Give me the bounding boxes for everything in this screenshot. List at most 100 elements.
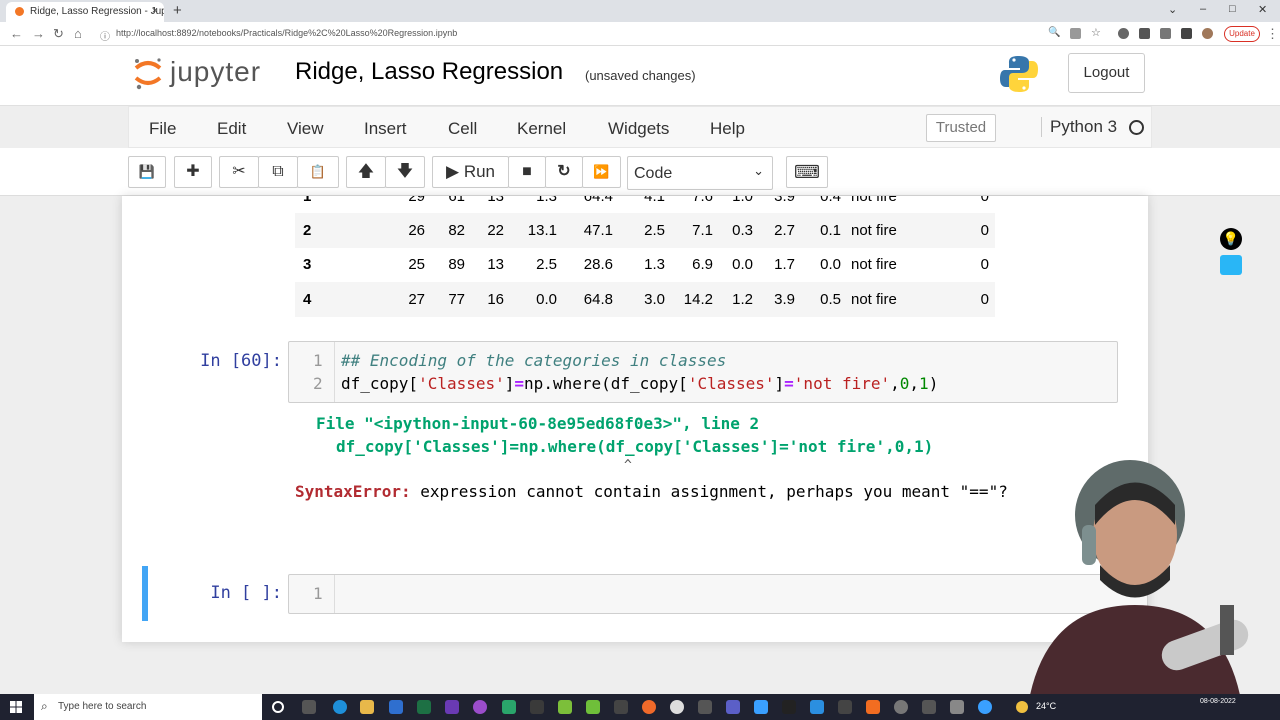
menu-cell[interactable]: Cell: [448, 119, 477, 139]
store-icon[interactable]: [389, 700, 403, 714]
logout-button[interactable]: Logout: [1068, 53, 1145, 93]
zoom-icon[interactable]: 🔍: [1048, 27, 1060, 38]
app-icon[interactable]: [558, 700, 572, 714]
minimize-button[interactable]: –: [1200, 3, 1206, 15]
menu-kernel[interactable]: Kernel: [517, 119, 566, 139]
terminal-icon[interactable]: [782, 700, 796, 714]
cell-value: 28.6: [583, 256, 613, 273]
jupyter-logo-icon[interactable]: [133, 56, 163, 90]
file-explorer-icon[interactable]: [360, 700, 374, 714]
app-icon[interactable]: [838, 700, 852, 714]
code-cell-input[interactable]: 1 2 ## Encoding of the categories in cla…: [288, 341, 1118, 403]
close-window-button[interactable]: ✕: [1258, 3, 1267, 16]
app-icon[interactable]: [530, 700, 544, 714]
excel-icon[interactable]: [417, 700, 431, 714]
app-icon[interactable]: [754, 700, 768, 714]
kernel-status-icon: [1129, 120, 1144, 135]
app-icon[interactable]: [922, 700, 936, 714]
run-button[interactable]: ▶ Run: [432, 156, 509, 188]
menu-widgets[interactable]: Widgets: [608, 119, 669, 139]
command-palette-button[interactable]: ⌨: [786, 156, 828, 188]
app-icon[interactable]: [866, 700, 880, 714]
menu-edit[interactable]: Edit: [217, 119, 246, 139]
error-name: SyntaxError:: [295, 482, 411, 501]
move-up-button[interactable]: 🡅: [346, 156, 386, 188]
kernel-name[interactable]: Python 3: [1041, 117, 1117, 137]
reload-icon[interactable]: ↻: [53, 26, 64, 42]
notebook-toolbar: 💾 ✚ ✂ ⧉ 📋 🡅 🡇 ▶ Run ■ ↻ ⏩ Code ⌄ ⌨: [0, 148, 1280, 196]
app-icon[interactable]: [726, 700, 740, 714]
trusted-indicator[interactable]: Trusted: [926, 114, 996, 142]
forward-icon[interactable]: →: [32, 26, 45, 41]
tray-icon[interactable]: [1220, 255, 1242, 275]
menu-file[interactable]: File: [149, 119, 176, 139]
traceback-code-line: df_copy['Classes']=np.where(df_copy['Cla…: [336, 437, 934, 456]
new-tab-button[interactable]: +: [173, 2, 182, 19]
home-icon[interactable]: ⌂: [74, 26, 82, 41]
task-view-icon[interactable]: [302, 700, 316, 714]
extension-b-icon[interactable]: [1139, 28, 1150, 39]
cell-type-select[interactable]: Code ⌄: [627, 156, 773, 190]
update-button[interactable]: Update: [1224, 26, 1260, 42]
bookmark-star-icon[interactable]: ☆: [1091, 26, 1102, 39]
browser-menu-icon[interactable]: ⋮: [1266, 26, 1279, 42]
share-icon[interactable]: [1070, 28, 1081, 39]
cut-button[interactable]: ✂: [219, 156, 259, 188]
app-icon[interactable]: [698, 700, 712, 714]
app-icon[interactable]: [894, 700, 908, 714]
vscode-icon[interactable]: [810, 700, 824, 714]
cell-type-value: Code: [634, 165, 673, 182]
restart-run-all-button[interactable]: ⏩: [582, 156, 621, 188]
app-icon[interactable]: [950, 700, 964, 714]
browser-tab[interactable]: Ridge, Lasso Regression - Jupyter ×: [6, 2, 164, 22]
row-index: 4: [303, 291, 312, 308]
plus-icon: ✚: [186, 163, 200, 180]
extensions-icon[interactable]: [1160, 28, 1171, 39]
back-icon[interactable]: ←: [10, 26, 23, 41]
url-field[interactable]: http://localhost:8892/notebooks/Practica…: [116, 28, 457, 38]
cortana-icon[interactable]: [272, 701, 284, 713]
taskbar-search-input[interactable]: ⌕ Type here to search: [34, 694, 262, 720]
cell-value: 1.3: [644, 256, 665, 273]
move-down-button[interactable]: 🡇: [385, 156, 425, 188]
weather-temp[interactable]: 24°C: [1036, 701, 1056, 711]
profile-avatar[interactable]: [1202, 28, 1213, 39]
cell-value: 1.0: [732, 196, 753, 205]
chrome-icon[interactable]: [670, 700, 684, 714]
menu-view[interactable]: View: [287, 119, 324, 139]
search-icon: ⌕: [41, 699, 48, 713]
menu-help[interactable]: Help: [710, 119, 745, 139]
app-icon[interactable]: [642, 700, 656, 714]
tab-close-icon[interactable]: ×: [152, 5, 158, 17]
keyboard-icon: ⌨: [794, 162, 820, 182]
site-info-icon[interactable]: ⓘ: [100, 28, 110, 43]
insert-cell-button[interactable]: ✚: [174, 156, 212, 188]
app-icon[interactable]: [502, 700, 516, 714]
traceback-caret: ^: [624, 458, 632, 473]
teams-icon[interactable]: [445, 700, 459, 714]
edge-icon[interactable]: [333, 700, 347, 714]
app-icon[interactable]: [978, 700, 992, 714]
line-number: 2: [313, 374, 323, 393]
app-icon[interactable]: [614, 700, 628, 714]
jupyter-favicon-icon: [15, 7, 24, 16]
interrupt-button[interactable]: ■: [508, 156, 546, 188]
lightbulb-icon[interactable]: 💡: [1220, 228, 1242, 250]
sidebar-icon[interactable]: [1181, 28, 1192, 39]
weather-icon[interactable]: [1016, 701, 1028, 713]
maximize-button[interactable]: □: [1229, 3, 1236, 15]
menu-insert[interactable]: Insert: [364, 119, 407, 139]
cell-value: 0.3: [732, 222, 753, 239]
app-icon[interactable]: [586, 700, 600, 714]
play-icon: ▶: [446, 162, 460, 181]
extension-a-icon[interactable]: [1118, 28, 1129, 39]
tab-search-icon[interactable]: ⌄: [1168, 3, 1177, 16]
restart-button[interactable]: ↻: [545, 156, 583, 188]
save-button[interactable]: 💾: [128, 156, 166, 188]
app-icon[interactable]: [473, 700, 487, 714]
paste-button[interactable]: 📋: [297, 156, 339, 188]
windows-start-icon[interactable]: [10, 701, 22, 713]
taskbar-clock[interactable]: 08-08-2022: [1200, 697, 1236, 707]
notebook-title[interactable]: Ridge, Lasso Regression: [295, 58, 563, 86]
copy-button[interactable]: ⧉: [258, 156, 298, 188]
